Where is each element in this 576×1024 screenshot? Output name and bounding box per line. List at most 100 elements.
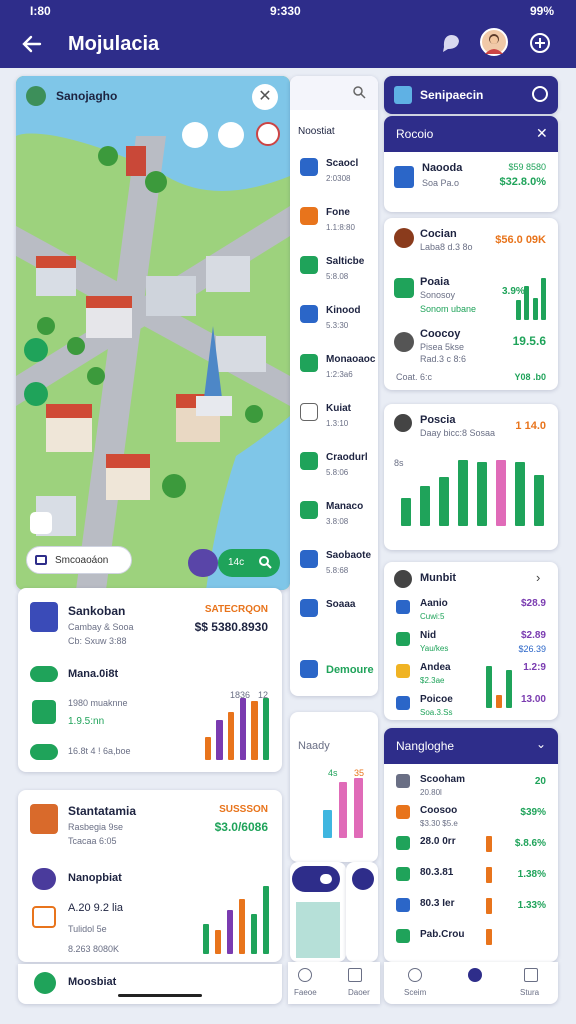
list-item-title[interactable]: Saobaote — [326, 550, 371, 561]
share-button[interactable] — [188, 549, 218, 577]
right-panel-2[interactable]: Cocian Laba8 d.3 8o $56.0 09K Poaia Sono… — [384, 218, 558, 390]
card1-line2: Mana.0i8t — [68, 668, 119, 680]
p5-row-title[interactable]: 80.3.81 — [420, 867, 453, 878]
list-item-title[interactable]: Manaco — [326, 501, 363, 512]
p5-row-title[interactable]: 80.3 Ier — [420, 898, 454, 909]
middle-small-card[interactable] — [290, 862, 346, 962]
tools-icon[interactable] — [218, 122, 244, 148]
list-item-title[interactable]: Scaocl — [326, 158, 358, 169]
middle-toggle[interactable] — [292, 866, 340, 892]
avatar[interactable] — [480, 28, 508, 56]
mini-map-thumb[interactable] — [296, 902, 340, 958]
p4-row-title[interactable]: Aanio — [420, 598, 448, 609]
middle-footer[interactable]: Demoure — [326, 664, 374, 676]
map-card[interactable]: Sanojagho ✕ Smcoaoáon 14c — [16, 76, 290, 590]
nav-grid-icon[interactable] — [524, 968, 538, 982]
person-icon[interactable] — [532, 86, 548, 102]
right-panel-5[interactable]: Nangloghe ⌄ Scooham 20.80l 20 Coosoo $3.30 $… — [384, 728, 558, 962]
user-search-icon[interactable] — [352, 85, 366, 99]
chart-bar — [323, 810, 332, 838]
document-icon[interactable] — [348, 968, 362, 982]
target-icon[interactable] — [352, 868, 374, 890]
map-action-label: 14c — [228, 557, 245, 568]
summary-card-2[interactable]: Stantatamia Rasbegia 9se Tcacaa 6:05 SUS… — [18, 790, 282, 962]
middle-nav-b[interactable]: Daoer — [348, 988, 370, 997]
plus-box-icon[interactable] — [32, 700, 56, 724]
user-marker-icon[interactable] — [256, 122, 280, 146]
map-search-pill[interactable]: Smcoaoáon — [26, 546, 132, 574]
filter-icon[interactable] — [30, 512, 52, 534]
p5-chevron-down-icon[interactable]: ⌄ — [536, 737, 546, 751]
map-action-pill[interactable]: 14c — [218, 549, 280, 577]
location-pin-icon[interactable] — [24, 338, 48, 362]
right-panel-4[interactable]: Munbit › Aanio Cuwi:5 $28.9 Nid Yau/kes $2.89… — [384, 562, 558, 720]
list-item-title[interactable]: Soaaa — [326, 599, 355, 610]
p2-footer-b: Y08 .b0 — [514, 372, 546, 382]
right-header[interactable]: Senipaecin — [384, 76, 558, 114]
layers-icon[interactable] — [24, 382, 48, 406]
middle-nav-a[interactable]: Faeoe — [294, 988, 317, 997]
back-arrow-icon[interactable] — [20, 32, 44, 56]
right-panel-1[interactable]: Rocoio ✕ Naooda Soa Pa.o $59 8580 $32.8.… — [384, 116, 558, 212]
right-nav-a[interactable]: Sceim — [404, 988, 426, 997]
status-time: 9:330 — [270, 4, 301, 18]
card2-price-label: SUSSSON — [219, 804, 268, 815]
p4-row-title[interactable]: Andea — [420, 662, 451, 673]
middle-chart-card[interactable]: Naady 4s 35 — [290, 712, 378, 862]
close-icon[interactable]: ✕ — [252, 84, 278, 110]
middle-tick-b: 35 — [354, 768, 365, 778]
p5-row-title[interactable]: Scooham — [420, 774, 465, 785]
list-item-title[interactable]: Kuiat — [326, 403, 351, 414]
chevron-right-icon[interactable]: › — [536, 570, 540, 585]
card1-line3b: 1.9.5:nn — [68, 716, 105, 727]
p5-row-bar — [486, 929, 492, 945]
right-nav-b[interactable]: Stura — [520, 988, 539, 997]
list-item-sub: 5:8.08 — [326, 272, 349, 281]
list-item-title[interactable]: Monaoaoc — [326, 354, 375, 365]
list-item-title[interactable]: Kinood — [326, 305, 360, 316]
chart-bar — [216, 719, 223, 760]
summary-card-1[interactable]: Sankoban Cambay & Sooa Cb: Sxuw 3:88 SAT… — [18, 588, 282, 772]
middle-side-card[interactable] — [346, 862, 378, 962]
p4-row-title[interactable]: Poicoe — [420, 694, 453, 705]
chat-bubble-icon[interactable] — [440, 32, 462, 54]
map-avatar — [26, 86, 46, 106]
poi-marker-icon[interactable] — [182, 122, 208, 148]
cube-icon — [30, 602, 58, 632]
p4-row-title[interactable]: Nid — [420, 630, 436, 641]
middle-tick-a: 4s — [328, 768, 338, 778]
feed-icon[interactable] — [298, 968, 312, 982]
p5-row-title[interactable]: Pab.Crou — [420, 929, 464, 940]
city-map[interactable] — [16, 76, 290, 590]
chart-bar — [262, 886, 270, 954]
p5-row-val: 20 — [534, 776, 546, 787]
house-icon — [394, 166, 414, 188]
nav-home-icon[interactable] — [408, 968, 422, 982]
status-time-left: I:80 — [30, 4, 51, 18]
p2-footer-a: Coat. 6:c — [396, 372, 433, 382]
middle-list-card[interactable]: Noostiat Demoure Scaocl 2:0308 Fone 1.1:8:8… — [290, 76, 378, 696]
p1-val2: $32.8.0% — [499, 176, 546, 188]
nav-active-icon[interactable] — [468, 968, 482, 982]
card1-title: Sankoban — [68, 604, 126, 618]
list-item-title[interactable]: Craodurl — [326, 452, 368, 463]
p5-row-title[interactable]: 28.0 0rr — [420, 836, 456, 847]
middle-nav: Faeoe Daoer — [288, 962, 380, 1004]
right-panel-3[interactable]: Poscia Daay bicc:8 Sosaa 1 14.0 8s — [384, 404, 558, 550]
clock-icon — [30, 666, 58, 682]
list-item-title[interactable]: Fone — [326, 207, 350, 218]
list-item-title[interactable]: Salticbe — [326, 256, 364, 267]
add-circle-icon[interactable] — [528, 31, 552, 55]
chart-bar — [226, 909, 234, 954]
chart-bar — [514, 462, 525, 526]
p5-row-title[interactable]: Coosoo — [420, 805, 457, 816]
chart-bar — [204, 736, 212, 760]
bottom-left-bar[interactable]: Moosbiat — [18, 964, 282, 1004]
chart-bar — [533, 474, 544, 526]
p5-row-icon — [396, 867, 410, 881]
toggle-knob — [320, 874, 332, 884]
chart-bar — [202, 924, 210, 954]
p5-row-val: $.8.6% — [514, 838, 546, 849]
panel-close-icon[interactable]: ✕ — [536, 125, 548, 142]
chart-bar — [532, 298, 538, 320]
